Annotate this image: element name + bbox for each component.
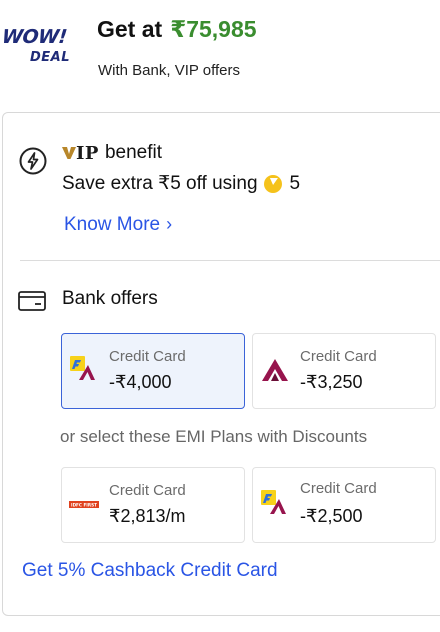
emi-plan-label: Credit Card xyxy=(300,480,377,497)
offer-value: -₹4,000 xyxy=(109,372,172,392)
coin-count: 5 xyxy=(289,172,301,194)
emi-plan-value: ₹2,813/m xyxy=(109,506,186,526)
vip-v-icon xyxy=(62,147,76,159)
offer-label: Credit Card xyxy=(300,348,377,365)
emi-plan-tile[interactable]: IDFC FIRST Credit Card ₹2,813/m xyxy=(61,467,245,543)
price-prefix: Get at xyxy=(97,16,163,42)
section-divider xyxy=(20,260,440,261)
emi-plan-label: Credit Card xyxy=(109,482,186,499)
deal-price: Get at ₹75,985 xyxy=(97,16,257,43)
vip-benefit-title: IP benefit xyxy=(62,142,162,164)
offer-label: Credit Card xyxy=(109,348,186,365)
idfc-bank-icon: IDFC FIRST xyxy=(69,501,99,508)
axis-bank-icon xyxy=(262,359,288,381)
deal-logo-text: DEAL xyxy=(30,50,71,65)
vip-title-suffix: benefit xyxy=(104,142,163,163)
lightning-circle-icon xyxy=(19,147,47,175)
supercoin-icon xyxy=(263,174,282,193)
know-more-link[interactable]: Know More › xyxy=(64,214,172,236)
wow-logo-text: WOW! xyxy=(0,26,68,48)
idfc-logo-text: IDFC FIRST xyxy=(71,502,97,507)
emi-plan-value: -₹2,500 xyxy=(300,506,363,526)
cashback-credit-card-link[interactable]: Get 5% Cashback Credit Card xyxy=(22,560,278,582)
bank-offer-tile[interactable]: Credit Card -₹3,250 xyxy=(252,333,436,409)
deal-header: WOW! DEAL Get at ₹75,985 With Bank, VIP o… xyxy=(0,0,440,100)
price-subtitle: With Bank, VIP offers xyxy=(98,62,241,79)
flipkart-axis-card-icon xyxy=(70,356,95,380)
emi-plan-tile[interactable]: Credit Card -₹2,500 xyxy=(252,467,436,543)
vip-desc-text: Save extra ₹5 off using xyxy=(62,173,258,194)
chevron-right-icon: › xyxy=(166,214,173,234)
vip-logo: IP xyxy=(62,143,99,164)
know-more-label: Know More xyxy=(64,214,161,235)
credit-card-icon xyxy=(18,291,46,311)
vip-brand-text: IP xyxy=(76,142,99,164)
bank-offers-title: Bank offers xyxy=(62,288,158,309)
offer-value: -₹3,250 xyxy=(300,372,363,392)
vip-description: Save extra ₹5 off using 5 xyxy=(62,172,300,195)
bank-offer-tile[interactable]: Credit Card -₹4,000 xyxy=(61,333,245,409)
emi-plans-caption: or select these EMI Plans with Discounts xyxy=(60,427,368,446)
price-amount: ₹75,985 xyxy=(170,16,257,42)
flipkart-axis-card-icon xyxy=(261,490,286,514)
wow-deal-logo: WOW! DEAL xyxy=(0,26,82,74)
